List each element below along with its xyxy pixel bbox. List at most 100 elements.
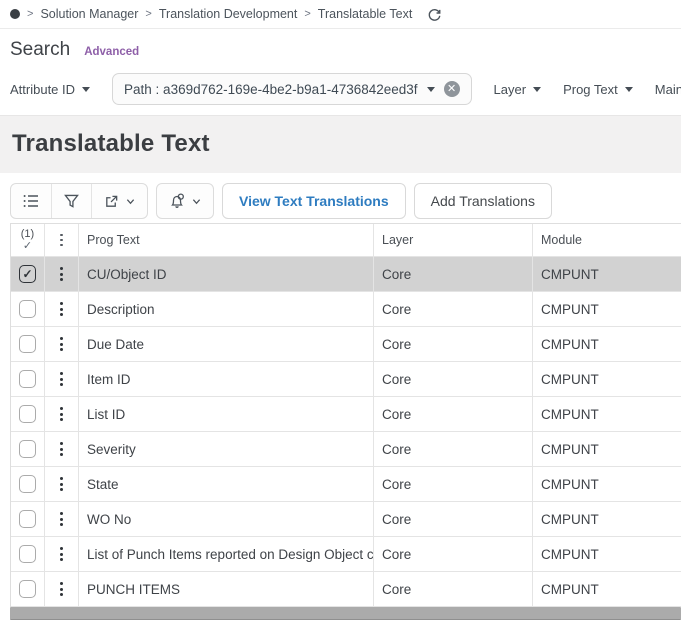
- cell-layer: Core: [374, 467, 533, 501]
- horizontal-scrollbar[interactable]: [10, 607, 681, 621]
- cell-module: CMPUNT: [533, 362, 681, 396]
- cell-layer: Core: [374, 292, 533, 326]
- breadcrumb-item-solution-manager[interactable]: Solution Manager: [40, 7, 138, 21]
- unchecked-checkbox[interactable]: [19, 370, 36, 388]
- unchecked-checkbox[interactable]: [19, 475, 36, 493]
- search-section: Search Advanced: [0, 29, 681, 65]
- attribute-id-filter[interactable]: Attribute ID: [10, 82, 90, 97]
- list-view-button[interactable]: [11, 184, 51, 218]
- scrollbar-thumb[interactable]: [10, 607, 681, 620]
- row-checkbox-cell[interactable]: [11, 292, 45, 326]
- row-checkbox-cell[interactable]: [11, 327, 45, 361]
- row-menu-icon[interactable]: [45, 537, 79, 571]
- cell-layer: Core: [374, 572, 533, 606]
- row-menu-icon[interactable]: [45, 397, 79, 431]
- cell-prog-text: WO No: [79, 502, 374, 536]
- cell-module: CMPUNT: [533, 257, 681, 291]
- table-row[interactable]: DescriptionCoreCMPUNT: [11, 292, 681, 327]
- cell-module: CMPUNT: [533, 467, 681, 501]
- list-icon: [23, 194, 39, 208]
- cell-layer: Core: [374, 397, 533, 431]
- cell-module: CMPUNT: [533, 327, 681, 361]
- row-checkbox-cell[interactable]: [11, 362, 45, 396]
- row-menu-icon[interactable]: [45, 257, 79, 291]
- column-header-module[interactable]: Module: [533, 224, 681, 256]
- cell-layer: Core: [374, 537, 533, 571]
- breadcrumb-separator: >: [304, 8, 310, 20]
- page-header: Translatable Text: [0, 115, 681, 173]
- search-title: Search: [10, 39, 70, 61]
- table-row[interactable]: SeverityCoreCMPUNT: [11, 432, 681, 467]
- cell-prog-text: Item ID: [79, 362, 374, 396]
- row-menu-icon[interactable]: [45, 432, 79, 466]
- page-title: Translatable Text: [12, 130, 669, 158]
- cell-prog-text: List of Punch Items reported on Design O…: [79, 537, 374, 571]
- add-translations-button[interactable]: Add Translations: [414, 183, 552, 219]
- advanced-search-link[interactable]: Advanced: [84, 46, 139, 58]
- funnel-icon: [64, 194, 79, 209]
- filter-bar: Attribute ID Path : a369d762-169e-4be2-b…: [0, 65, 681, 115]
- layer-filter[interactable]: Layer: [494, 82, 542, 97]
- row-checkbox-cell[interactable]: [11, 467, 45, 501]
- row-menu-icon[interactable]: [45, 327, 79, 361]
- breadcrumb-item-translatable-text[interactable]: Translatable Text: [318, 7, 413, 21]
- table-row[interactable]: WO NoCoreCMPUNT: [11, 502, 681, 537]
- row-menu-icon[interactable]: [45, 572, 79, 606]
- row-checkbox-cell[interactable]: [11, 502, 45, 536]
- breadcrumb-item-translation-development[interactable]: Translation Development: [159, 7, 298, 21]
- table-row[interactable]: Due DateCoreCMPUNT: [11, 327, 681, 362]
- refresh-icon[interactable]: [427, 7, 442, 22]
- table-row[interactable]: Item IDCoreCMPUNT: [11, 362, 681, 397]
- notifications-button[interactable]: [157, 184, 213, 218]
- row-checkbox-cell[interactable]: [11, 432, 45, 466]
- unchecked-checkbox[interactable]: [19, 335, 36, 353]
- cell-layer: Core: [374, 432, 533, 466]
- remove-filter-icon[interactable]: ✕: [444, 81, 460, 97]
- main-type-filter[interactable]: Main Ty: [655, 82, 681, 97]
- alerts-group: [156, 183, 214, 219]
- column-header-layer[interactable]: Layer: [374, 224, 533, 256]
- unchecked-checkbox[interactable]: [19, 440, 36, 458]
- row-menu-icon[interactable]: [45, 502, 79, 536]
- selection-count-header[interactable]: (1) ✓: [11, 224, 45, 256]
- cell-prog-text: List ID: [79, 397, 374, 431]
- home-icon[interactable]: [10, 9, 20, 19]
- chevron-down-icon: [533, 87, 541, 92]
- cell-prog-text: CU/Object ID: [79, 257, 374, 291]
- table-row[interactable]: List of Punch Items reported on Design O…: [11, 537, 681, 572]
- column-header-prog-text[interactable]: Prog Text: [79, 224, 374, 256]
- unchecked-checkbox[interactable]: [19, 545, 36, 563]
- row-checkbox-cell[interactable]: ✓: [11, 257, 45, 291]
- table-row[interactable]: ✓ CU/Object IDCoreCMPUNT: [11, 257, 681, 292]
- prog-text-filter[interactable]: Prog Text: [563, 82, 633, 97]
- cell-prog-text: Due Date: [79, 327, 374, 361]
- view-text-translations-button[interactable]: View Text Translations: [222, 183, 406, 219]
- cell-layer: Core: [374, 257, 533, 291]
- row-menu-icon[interactable]: [45, 292, 79, 326]
- filter-button[interactable]: [51, 184, 91, 218]
- checked-checkbox[interactable]: ✓: [19, 265, 36, 283]
- bell-icon: [169, 193, 185, 209]
- table-header-row: (1) ✓ Prog Text Layer Module: [11, 224, 681, 257]
- table-row[interactable]: StateCoreCMPUNT: [11, 467, 681, 502]
- unchecked-checkbox[interactable]: [19, 510, 36, 528]
- row-checkbox-cell[interactable]: [11, 537, 45, 571]
- cell-module: CMPUNT: [533, 432, 681, 466]
- row-checkbox-cell[interactable]: [11, 572, 45, 606]
- header-menu-icon[interactable]: [45, 224, 79, 256]
- row-menu-icon[interactable]: [45, 362, 79, 396]
- row-checkbox-cell[interactable]: [11, 397, 45, 431]
- breadcrumb: > Solution Manager > Translation Develop…: [0, 0, 681, 29]
- unchecked-checkbox[interactable]: [19, 300, 36, 318]
- path-filter-chip[interactable]: Path : a369d762-169e-4be2-b9a1-4736842ee…: [112, 73, 472, 105]
- cell-module: CMPUNT: [533, 537, 681, 571]
- row-menu-icon[interactable]: [45, 467, 79, 501]
- table-row[interactable]: List IDCoreCMPUNT: [11, 397, 681, 432]
- cell-prog-text: Description: [79, 292, 374, 326]
- chevron-down-icon: [192, 197, 201, 206]
- cell-prog-text: PUNCH ITEMS: [79, 572, 374, 606]
- unchecked-checkbox[interactable]: [19, 405, 36, 423]
- export-button[interactable]: [91, 184, 147, 218]
- table-row[interactable]: PUNCH ITEMSCoreCMPUNT: [11, 572, 681, 607]
- unchecked-checkbox[interactable]: [19, 580, 36, 598]
